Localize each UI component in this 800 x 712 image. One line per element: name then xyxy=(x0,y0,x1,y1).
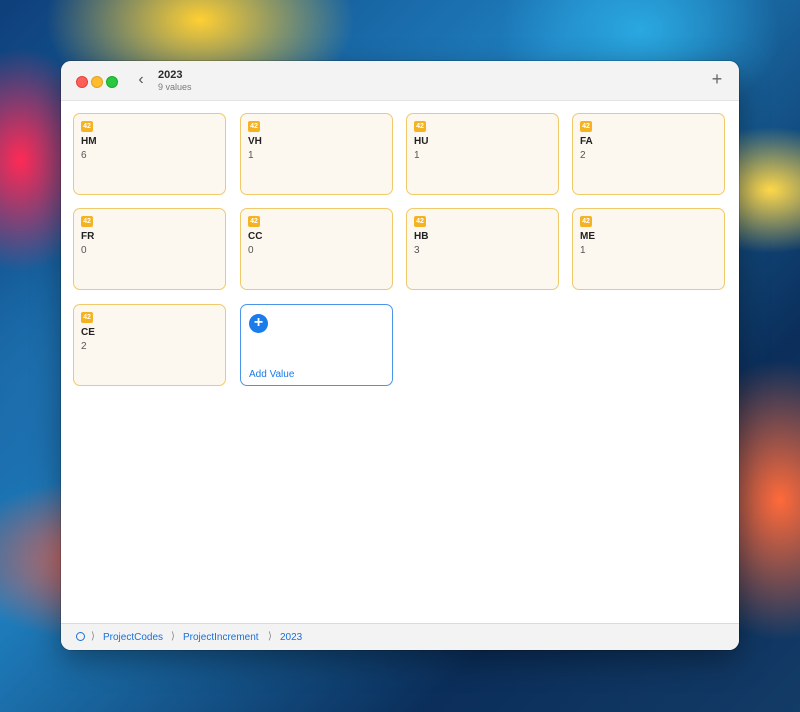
value-card[interactable]: 42 FA 2 xyxy=(572,113,725,195)
path-bar: ⟩ ProjectCodes ⟩ ProjectIncrement ⟩ 2023 xyxy=(61,623,739,650)
value-name: VH xyxy=(248,136,262,147)
title-block: 2023 9 values xyxy=(158,69,192,93)
value-count: 1 xyxy=(414,150,420,161)
value-count: 2 xyxy=(81,341,87,352)
value-card[interactable]: 42 CC 0 xyxy=(240,208,393,290)
page-title: 2023 xyxy=(158,69,183,81)
add-value-label: Add Value xyxy=(249,369,295,380)
type-badge: 42 xyxy=(81,216,93,227)
minimize-window-button[interactable] xyxy=(91,76,103,88)
chevron-right-icon: ⟩ xyxy=(91,631,95,642)
plus-circle-icon: + xyxy=(249,314,268,333)
chevron-right-icon: ⟩ xyxy=(171,631,175,642)
value-name: FR xyxy=(81,231,95,242)
path-item-projectcodes[interactable]: ProjectCodes xyxy=(103,632,163,643)
value-count: 1 xyxy=(580,245,586,256)
value-name: CE xyxy=(81,327,95,338)
value-name: FA xyxy=(580,136,593,147)
type-badge: 42 xyxy=(580,216,592,227)
values-grid: 42 HM 6 42 VH 1 42 HU 1 42 FA 2 42 FR 0 … xyxy=(61,101,739,623)
circle-icon[interactable] xyxy=(76,632,85,641)
value-name: ME xyxy=(580,231,595,242)
type-badge: 42 xyxy=(248,121,260,132)
value-card[interactable]: 42 HU 1 xyxy=(406,113,559,195)
zoom-window-button[interactable] xyxy=(106,76,118,88)
type-badge: 42 xyxy=(81,312,93,323)
value-name: HB xyxy=(414,231,429,242)
path-item-2023[interactable]: 2023 xyxy=(280,632,302,643)
value-name: HM xyxy=(81,136,97,147)
value-card[interactable]: 42 FR 0 xyxy=(73,208,226,290)
type-badge: 42 xyxy=(414,216,426,227)
path-item-projectincrement[interactable]: ProjectIncrement xyxy=(183,632,259,643)
value-card[interactable]: 42 HB 3 xyxy=(406,208,559,290)
value-count: 6 xyxy=(81,150,87,161)
chevron-right-icon: ⟩ xyxy=(268,631,272,642)
value-count: 3 xyxy=(414,245,420,256)
type-badge: 42 xyxy=(248,216,260,227)
value-card[interactable]: 42 ME 1 xyxy=(572,208,725,290)
chevron-left-icon[interactable]: ‹ xyxy=(133,71,149,89)
app-window: ‹ 2023 9 values + 42 HM 6 42 VH 1 42 HU … xyxy=(61,61,739,650)
title-bar: ‹ 2023 9 values + xyxy=(61,61,739,101)
value-card[interactable]: 42 CE 2 xyxy=(73,304,226,386)
value-card[interactable]: 42 HM 6 xyxy=(73,113,226,195)
add-value-button[interactable]: + Add Value xyxy=(240,304,393,386)
type-badge: 42 xyxy=(580,121,592,132)
value-count: 2 xyxy=(580,150,586,161)
page-subtitle: 9 values xyxy=(158,82,192,92)
type-badge: 42 xyxy=(414,121,426,132)
value-count: 0 xyxy=(248,245,254,256)
value-count: 1 xyxy=(248,150,254,161)
close-window-button[interactable] xyxy=(76,76,88,88)
value-name: CC xyxy=(248,231,263,242)
type-badge: 42 xyxy=(81,121,93,132)
value-count: 0 xyxy=(81,245,87,256)
value-card[interactable]: 42 VH 1 xyxy=(240,113,393,195)
value-name: HU xyxy=(414,136,429,147)
plus-icon[interactable]: + xyxy=(709,70,725,88)
